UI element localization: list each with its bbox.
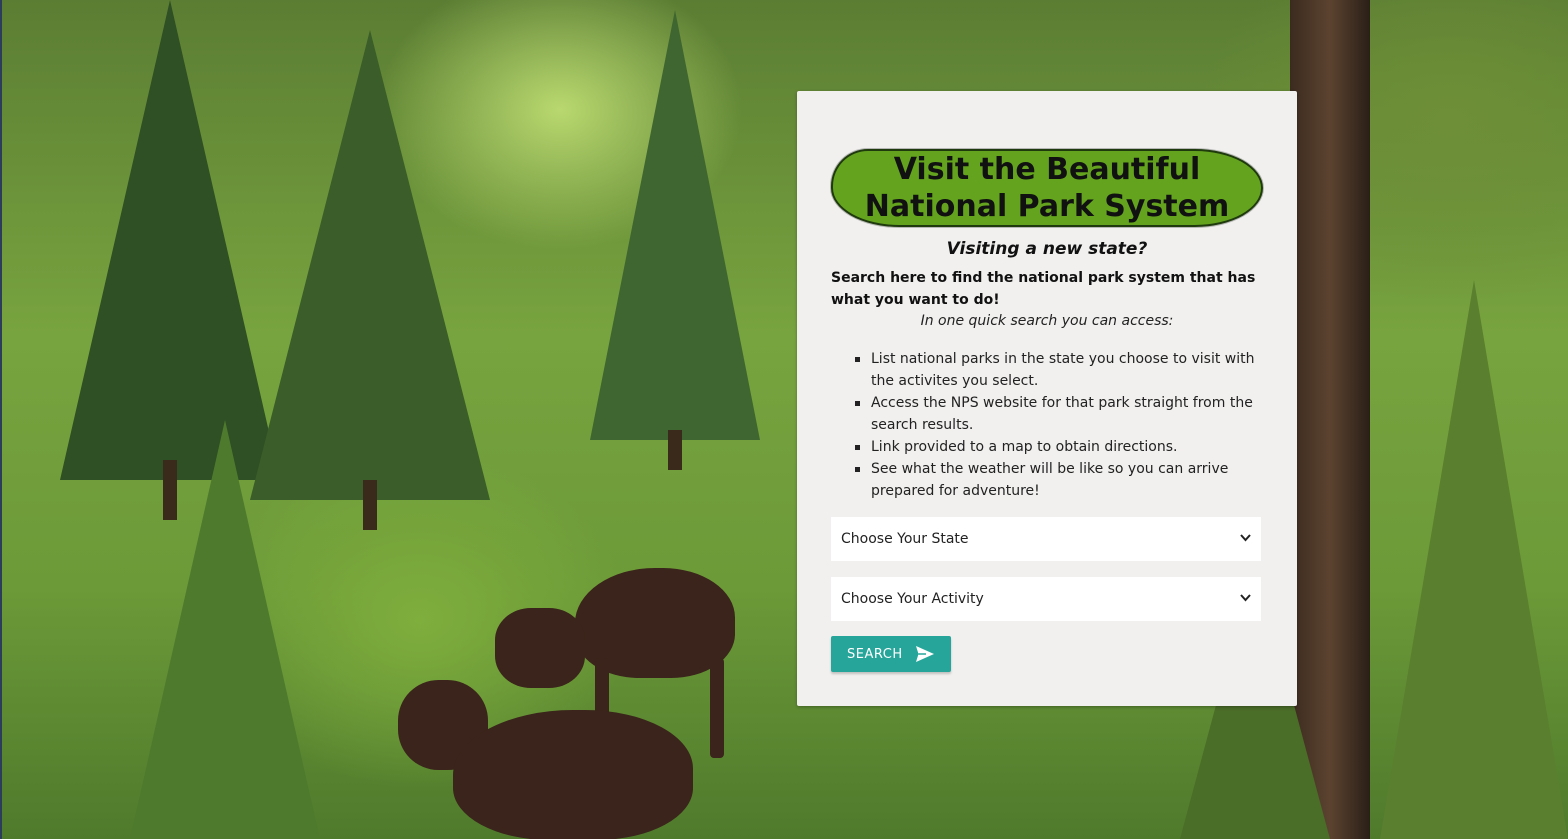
forest-background-image [0,0,1568,839]
activity-select[interactable]: Choose Your Activity [831,577,1261,621]
list-item: List national parks in the state you cho… [855,348,1263,392]
bullet-icon [855,467,860,472]
bullet-icon [855,401,860,406]
pine-tree [1380,280,1568,839]
activity-select-value: Choose Your Activity [841,591,984,607]
chevron-down-icon [1240,532,1251,545]
list-item: See what the weather will be like so you… [855,458,1263,502]
search-card: Visit the Beautiful National Park System… [797,91,1297,706]
pine-tree [130,420,320,839]
intro-text: Search here to find the national park sy… [831,270,1256,308]
chevron-down-icon [1240,592,1251,605]
search-button-label: SEARCH [847,646,903,662]
list-item: Access the NPS website for that park str… [855,392,1263,436]
state-select-value: Choose Your State [841,531,969,547]
access-note: In one quick search you can access: [920,313,1174,329]
state-select[interactable]: Choose Your State [831,517,1261,561]
page-title: Visit the Beautiful National Park System [864,152,1230,224]
title-banner: Visit the Beautiful National Park System [831,149,1263,227]
bullet-icon [855,445,860,450]
window-edge [0,0,2,839]
bullet-icon [855,357,860,362]
feature-list: List national parks in the state you cho… [855,348,1263,502]
list-item: Link provided to a map to obtain directi… [855,436,1263,458]
subtitle: Visiting a new state? [946,239,1148,259]
moose-image [398,660,693,839]
search-button[interactable]: SEARCH [831,636,951,672]
send-icon [916,646,934,662]
pine-tree [590,10,760,470]
